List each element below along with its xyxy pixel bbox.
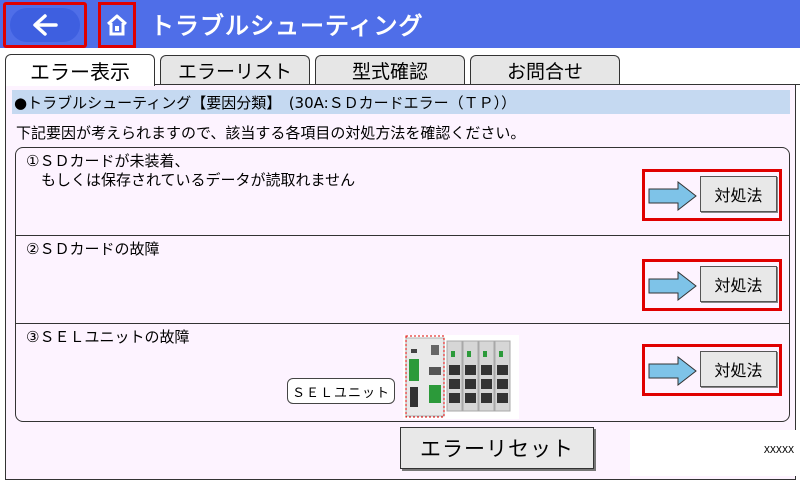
cause-text: ②ＳＤカードの故障 [26, 240, 160, 258]
arrow-right-icon [648, 271, 697, 301]
action-button-frame: 対処法 [642, 259, 782, 311]
arrow-right-icon [648, 356, 697, 386]
home-button[interactable] [98, 2, 136, 48]
back-button[interactable] [3, 2, 87, 48]
action-button-frame: 対処法 [642, 169, 782, 221]
tab-divider [155, 84, 800, 85]
arrow-right-icon [648, 181, 697, 211]
title-bar: トラブルシューティング [0, 0, 800, 48]
category-header: ●トラブルシューティング【要因分類】 (30A:ＳＤカードエラー（ＴＰ）） [12, 90, 790, 114]
arrow-left-icon [33, 14, 58, 36]
tab-contact[interactable]: お問合せ [470, 55, 620, 85]
code-area: XXXXX [630, 430, 796, 476]
action-button-frame: 対処法 [642, 344, 782, 396]
page-title: トラブルシューティング [150, 12, 424, 40]
tab-error-display[interactable]: エラー表示 [5, 54, 155, 86]
main-panel: ●トラブルシューティング【要因分類】 (30A:ＳＤカードエラー（ＴＰ）） 下記… [5, 84, 796, 480]
remedy-button[interactable]: 対処法 [700, 266, 777, 302]
list-item: ①ＳＤカードが未装着、 もしくは保存されているデータが読取れません 対処法 [16, 148, 789, 236]
tab-model-check[interactable]: 型式確認 [315, 55, 465, 85]
instruction-text: 下記要因が考えられますので、該当する各項目の対処方法を確認ください。 [16, 124, 526, 142]
home-icon [107, 14, 127, 36]
sel-unit-image [403, 335, 519, 419]
list-item: ②ＳＤカードの故障 対処法 [16, 236, 789, 324]
tab-bar: エラー表示 エラーリスト 型式確認 お問合せ [0, 50, 800, 86]
model-code: XXXXX [763, 445, 794, 456]
remedy-button[interactable]: 対処法 [700, 176, 777, 212]
error-reset-button[interactable]: エラーリセット [400, 427, 594, 469]
cause-text: ①ＳＤカードが未装着、 もしくは保存されているデータが読取れません [26, 152, 356, 189]
sel-unit-label: ＳＥＬユニット [287, 378, 395, 404]
remedy-button[interactable]: 対処法 [700, 351, 777, 387]
tab-error-list[interactable]: エラーリスト [160, 55, 310, 85]
cause-text: ③ＳＥＬユニットの故障 [26, 328, 190, 346]
